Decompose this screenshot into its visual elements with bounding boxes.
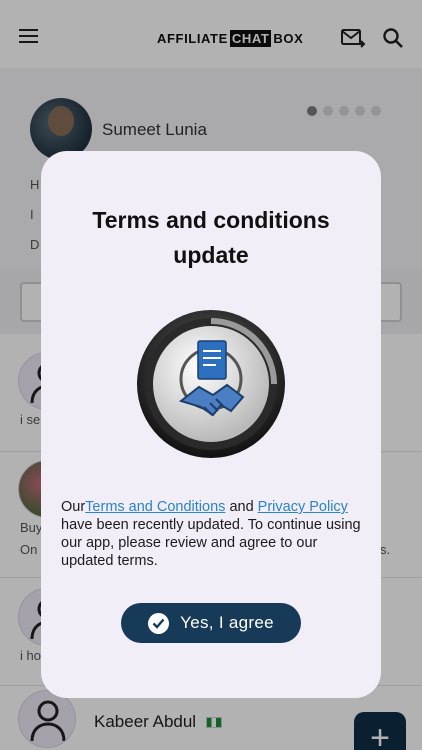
dialog-text-prefix: Our [61, 499, 86, 515]
agree-button-label: Yes, I agree [180, 613, 274, 632]
privacy-policy-link[interactable]: Privacy Policy [258, 499, 348, 515]
dialog-text-and: and [225, 499, 258, 515]
dialog-text-suffix: have been recently updated. To continue … [61, 517, 361, 569]
dialog-title: Terms and conditions update [92, 207, 330, 268]
check-circle-icon [148, 612, 170, 634]
terms-update-dialog: Terms and conditions update OurTerms and… [41, 151, 381, 698]
agree-button[interactable]: Yes, I agree [121, 603, 301, 643]
dialog-message: OurTerms and Conditions and Privacy Poli… [61, 498, 366, 570]
terms-link[interactable]: Terms and Conditions [85, 499, 225, 515]
handshake-document-icon [137, 310, 285, 458]
